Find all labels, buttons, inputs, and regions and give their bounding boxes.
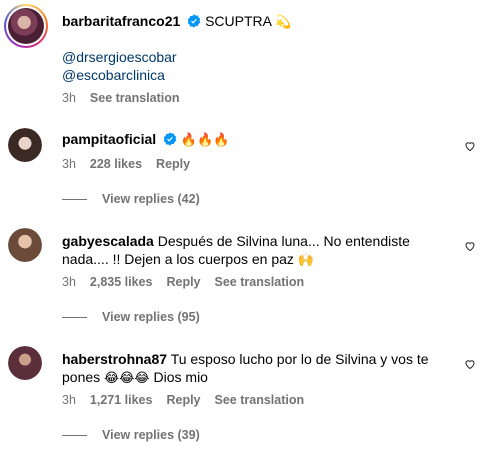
divider [62, 198, 87, 200]
divider [62, 316, 87, 318]
comment-time: 3h [62, 157, 76, 171]
comment-meta: 3h 1,271 likes Reply See translation [62, 393, 304, 407]
comment-time: 3h [62, 275, 76, 289]
like-heart-icon[interactable] [464, 358, 476, 370]
likes-count[interactable]: 228 likes [90, 157, 142, 171]
comment-line: pones 😂😂😂 Dios mio [62, 368, 208, 388]
see-translation-button[interactable]: See translation [90, 91, 180, 105]
view-replies-label: View replies (42) [102, 192, 200, 206]
see-translation-button[interactable]: See translation [215, 275, 305, 289]
laughing-emoji: 😂😂😂 [104, 371, 150, 386]
verified-badge-icon [163, 132, 177, 146]
reply-button[interactable]: Reply [156, 157, 190, 171]
reply-button[interactable]: Reply [166, 393, 200, 407]
comment-line: haberstrohna87 Tu esposo lucho por lo de… [62, 350, 429, 368]
see-translation-button[interactable]: See translation [215, 393, 305, 407]
view-replies-label: View replies (39) [102, 428, 200, 442]
reply-button[interactable]: Reply [166, 275, 200, 289]
post-time: 3h [62, 91, 76, 105]
comment-line: pampitaoficial 🔥🔥🔥 [62, 130, 229, 150]
post-meta: 3h See translation [62, 91, 180, 105]
view-replies-button[interactable]: View replies (39) [62, 428, 200, 442]
comment-username[interactable]: pampitaoficial [62, 131, 156, 147]
fire-emoji: 🔥🔥🔥 [180, 133, 230, 148]
divider [62, 434, 87, 436]
comment-line: gabyescalada Después de Silvina luna... … [62, 232, 410, 250]
mention-link[interactable]: @drsergioescobar [62, 48, 177, 66]
avatar[interactable] [8, 228, 42, 262]
comment-text: pones [62, 369, 101, 385]
comment-time: 3h [62, 393, 76, 407]
comment-text: nada.... !! Dejen a los cuerpos en paz [62, 251, 294, 267]
comment-meta: 3h 228 likes Reply [62, 157, 190, 171]
likes-count[interactable]: 2,835 likes [90, 275, 153, 289]
view-replies-button[interactable]: View replies (95) [62, 310, 200, 324]
mention-link[interactable]: @escobarclinica [62, 66, 165, 84]
post-username[interactable]: barbaritafranco21 [62, 13, 180, 29]
post-caption-text: SCUPTRA [205, 13, 272, 29]
raised-hands-emoji: 🙌 [297, 253, 315, 268]
like-heart-icon[interactable] [464, 240, 476, 252]
comment-text: Después de Silvina luna... No entendiste [157, 233, 410, 249]
view-replies-label: View replies (95) [102, 310, 200, 324]
comment-text: Dios mio [153, 369, 208, 385]
like-heart-icon[interactable] [464, 140, 476, 152]
avatar[interactable] [8, 346, 42, 380]
verified-badge-icon [187, 14, 201, 28]
dizzy-emoji: 💫 [275, 15, 292, 30]
post-avatar[interactable] [4, 4, 48, 48]
view-replies-button[interactable]: View replies (42) [62, 192, 200, 206]
comment-username[interactable]: haberstrohna87 [62, 351, 167, 367]
post-caption: barbaritafranco21 SCUPTRA 💫 [62, 12, 291, 32]
avatar[interactable] [8, 128, 42, 162]
likes-count[interactable]: 1,271 likes [90, 393, 153, 407]
comment-line: nada.... !! Dejen a los cuerpos en paz 🙌 [62, 250, 314, 270]
comment-text: Tu esposo lucho por lo de Silvina y vos … [170, 351, 429, 367]
comment-username[interactable]: gabyescalada [62, 233, 154, 249]
comment-meta: 3h 2,835 likes Reply See translation [62, 275, 304, 289]
